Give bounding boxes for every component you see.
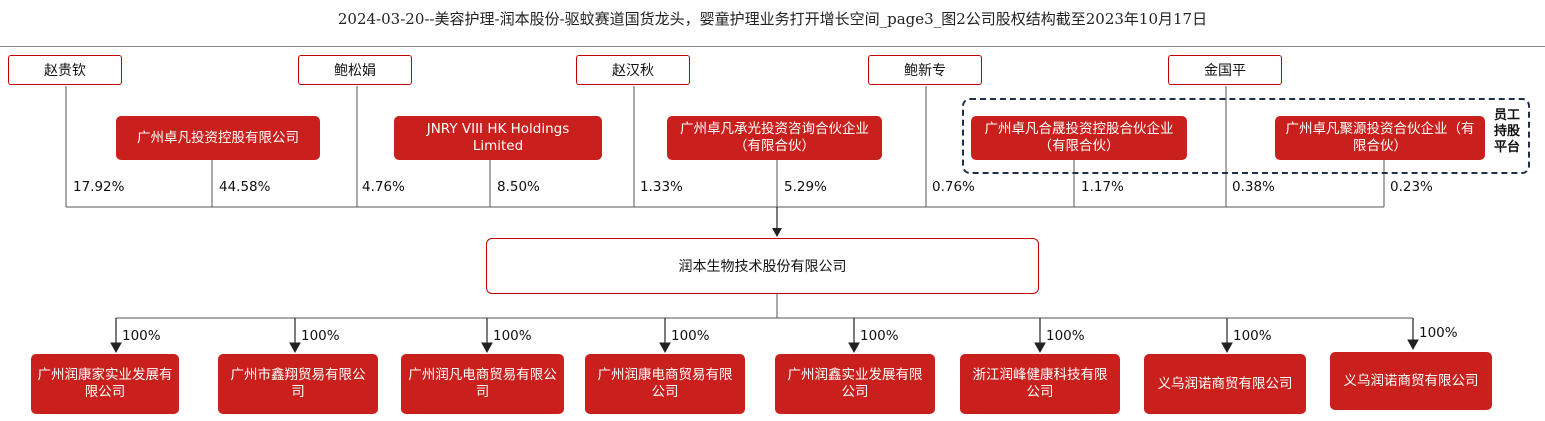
sub-pct-2: 100%: [493, 328, 532, 344]
pct-zhuofan-holding: 44.58%: [219, 179, 271, 195]
person-box-jin-guoping: 金国平: [1168, 55, 1282, 85]
pct-hesheng: 1.17%: [1081, 179, 1124, 195]
pct-zhao-guiqin: 17.92%: [73, 179, 125, 195]
pct-jin-guoping: 0.38%: [1232, 179, 1275, 195]
sub-pct-0: 100%: [122, 328, 161, 344]
pct-juyuan: 0.23%: [1390, 179, 1433, 195]
subsidiary-box-2: 广州润凡电商贸易有限公司: [401, 354, 564, 414]
sub-pct-3: 100%: [671, 328, 710, 344]
sub-pct-1: 100%: [301, 328, 340, 344]
sub-pct-4: 100%: [860, 328, 899, 344]
person-box-zhao-hanqiu: 赵汉秋: [576, 55, 690, 85]
subsidiary-box-7: 义乌润诺商贸有限公司: [1330, 352, 1492, 410]
entity-box-hesheng: 广州卓凡合晟投资控股合伙企业（有限合伙）: [971, 116, 1187, 160]
subsidiary-box-5: 浙江润峰健康科技有限公司: [960, 354, 1120, 414]
company-box-runben: 润本生物技术股份有限公司: [486, 238, 1039, 294]
pct-bao-xinzhuan: 0.76%: [932, 179, 975, 195]
entity-box-zhuofan-holding: 广州卓凡投资控股有限公司: [116, 116, 320, 160]
employee-platform-label: 员工持股平台: [1493, 108, 1520, 155]
subsidiary-box-4: 广州润鑫实业发展有限公司: [775, 354, 935, 414]
person-box-bao-songjuan: 鲍松娟: [298, 55, 412, 85]
subsidiary-box-6: 义乌润诺商贸有限公司: [1144, 354, 1306, 414]
pct-bao-songjuan: 4.76%: [362, 179, 405, 195]
person-box-zhao-guiqin: 赵贵钦: [8, 55, 122, 85]
entity-box-chengguang: 广州卓凡承光投资咨询合伙企业（有限合伙）: [667, 116, 882, 160]
pct-zhao-hanqiu: 1.33%: [640, 179, 683, 195]
pct-jnry: 8.50%: [497, 179, 540, 195]
subsidiary-box-3: 广州润康电商贸易有限公司: [585, 354, 745, 414]
person-box-bao-xinzhuan: 鲍新专: [868, 55, 982, 85]
pct-chengguang: 5.29%: [784, 179, 827, 195]
sub-pct-7: 100%: [1419, 325, 1458, 341]
subsidiary-box-0: 广州润康家实业发展有限公司: [31, 354, 179, 414]
entity-box-jnry: JNRY VIII HK Holdings Limited: [394, 116, 602, 160]
subsidiary-box-1: 广州市鑫翔贸易有限公司: [218, 354, 378, 414]
sub-pct-6: 100%: [1233, 328, 1272, 344]
arrow-to-company-head: [772, 228, 782, 237]
sub-pct-5: 100%: [1046, 328, 1085, 344]
entity-box-juyuan: 广州卓凡聚源投资合伙企业（有限合伙）: [1275, 116, 1485, 160]
